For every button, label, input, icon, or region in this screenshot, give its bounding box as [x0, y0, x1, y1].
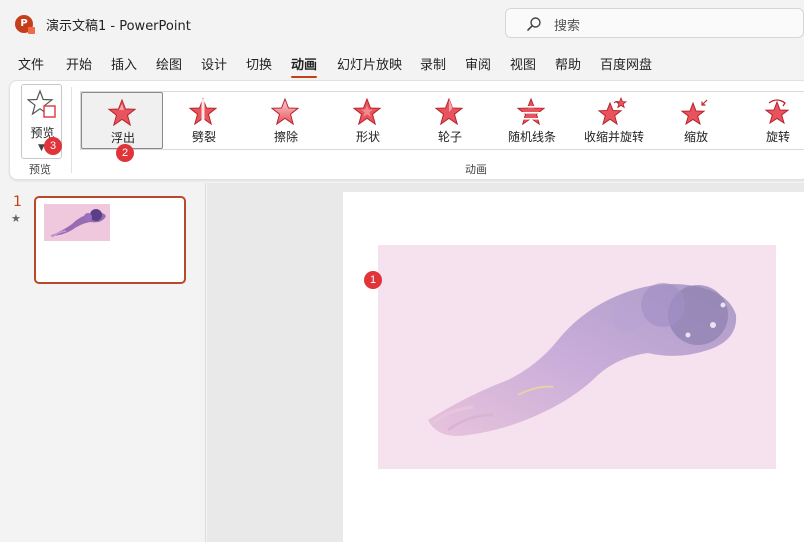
- wipe-star-icon: [270, 97, 300, 126]
- animation-zoom[interactable]: 缩放: [655, 92, 737, 149]
- tab-insert[interactable]: 插入: [111, 54, 137, 73]
- tab-view[interactable]: 视图: [510, 54, 536, 73]
- fly-in-star-icon: [107, 98, 137, 127]
- shrink-turn-star-icon: [598, 97, 628, 126]
- tab-draw[interactable]: 绘图: [156, 54, 182, 73]
- thumbnail-image: [44, 204, 110, 241]
- search-placeholder: 搜索: [554, 19, 581, 34]
- slide-number: 1: [13, 194, 22, 210]
- animation-wheel[interactable]: 轮子: [409, 92, 491, 149]
- animation-label: 缩放: [683, 130, 708, 144]
- split-star-icon: [188, 97, 218, 126]
- step-badge-3: 3: [44, 137, 62, 155]
- animation-label: 劈裂: [191, 130, 216, 144]
- flower-thumbnail-icon: [50, 209, 106, 238]
- tab-design[interactable]: 设计: [201, 54, 227, 73]
- animation-split[interactable]: 劈裂: [163, 92, 245, 149]
- animation-wipe[interactable]: 擦除: [245, 92, 327, 149]
- step-badge-2: 2: [116, 144, 134, 162]
- slide[interactable]: [343, 192, 804, 542]
- tab-slideshow[interactable]: 幻灯片放映: [337, 54, 402, 73]
- tab-transitions[interactable]: 切换: [246, 54, 272, 73]
- animation-marker-icon: ★: [11, 212, 21, 225]
- slide-picture[interactable]: [378, 245, 776, 469]
- animation-label: 收缩并旋转: [583, 130, 644, 144]
- tab-home[interactable]: 开始: [66, 54, 92, 73]
- title-bar: P 演示文稿1 - PowerPoint 搜索: [0, 0, 804, 46]
- animation-label: 擦除: [273, 130, 298, 144]
- preview-group-label: 预览: [29, 163, 51, 176]
- animation-spin[interactable]: 旋转: [737, 92, 804, 149]
- ribbon-divider: [71, 87, 72, 173]
- slide-thumbnail-pane: 1 ★: [0, 183, 206, 542]
- step-badge-1: 1: [364, 271, 382, 289]
- animations-group-label: 动画: [465, 163, 487, 176]
- star-preview-icon: [27, 89, 56, 118]
- search-box[interactable]: 搜索: [505, 8, 804, 38]
- slide-thumbnail[interactable]: [34, 196, 186, 284]
- tab-baidu-netdisk[interactable]: 百度网盘: [600, 54, 652, 73]
- animations-ribbon: 预览 ▼ 预览 浮出 劈裂 擦除 形状 轮子 随机线条 收缩并旋转 缩放 旋转 …: [9, 80, 804, 180]
- tab-review[interactable]: 审阅: [465, 54, 491, 73]
- tab-file[interactable]: 文件: [18, 54, 44, 73]
- animation-gallery: 浮出 劈裂 擦除 形状 轮子 随机线条 收缩并旋转 缩放 旋转: [80, 91, 804, 150]
- animation-label: 旋转: [765, 130, 790, 144]
- tab-record[interactable]: 录制: [420, 54, 446, 73]
- animation-random-bars[interactable]: 随机线条: [491, 92, 573, 149]
- tab-animations[interactable]: 动画: [291, 54, 318, 78]
- slide-editor-canvas: [207, 183, 804, 542]
- ribbon-tabs: 文件 开始 插入 绘图 设计 切换 动画 幻灯片放映 录制 审阅 视图 帮助 百…: [0, 52, 804, 78]
- animation-shrink-turn[interactable]: 收缩并旋转: [573, 92, 655, 149]
- random-bars-star-icon: [516, 97, 546, 126]
- search-icon: [527, 17, 541, 31]
- animation-label: 轮子: [437, 130, 462, 144]
- animation-label: 随机线条: [507, 130, 556, 144]
- flower-image-icon: [428, 283, 737, 436]
- powerpoint-logo-icon: P: [15, 15, 35, 34]
- animation-fly-in[interactable]: 浮出: [81, 92, 163, 149]
- document-title: 演示文稿1 - PowerPoint: [46, 19, 191, 34]
- wheel-star-icon: [434, 97, 464, 126]
- spin-star-icon: [764, 99, 790, 125]
- zoom-star-icon: [680, 99, 708, 126]
- animation-shape[interactable]: 形状: [327, 92, 409, 149]
- shape-star-icon: [352, 97, 382, 126]
- tab-help[interactable]: 帮助: [555, 54, 581, 73]
- animation-label: 形状: [355, 130, 380, 144]
